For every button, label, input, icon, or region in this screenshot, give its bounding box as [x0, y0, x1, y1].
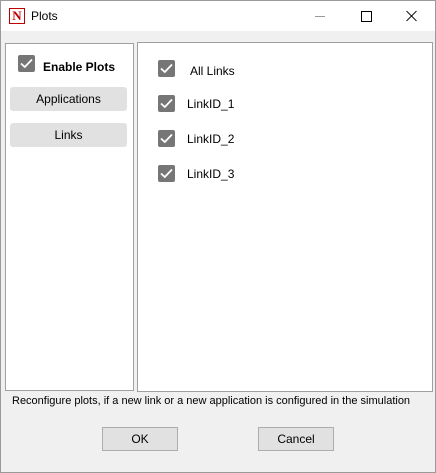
enable-plots-label: Enable Plots [43, 60, 116, 74]
checkmark-icon [160, 168, 173, 179]
linkid-2-checkbox[interactable] [158, 130, 175, 147]
plot-category-panel: Enable Plots Applications Links [5, 43, 134, 391]
minimize-button[interactable] [297, 1, 343, 31]
checkmark-icon [20, 58, 33, 69]
reconfigure-hint: Reconfigure plots, if a new link or a ne… [12, 395, 411, 407]
checkmark-icon [160, 133, 173, 144]
ok-button[interactable]: OK [102, 427, 178, 451]
linkid-1-checkbox[interactable] [158, 95, 175, 112]
links-list-panel: All Links LinkID_1 LinkID_2 LinkID_3 [137, 42, 433, 392]
linkid-3-checkbox[interactable] [158, 165, 175, 182]
maximize-icon [360, 10, 372, 22]
linkid-3-label: LinkID_3 [187, 167, 235, 181]
links-button[interactable]: Links [10, 123, 127, 147]
maximize-button[interactable] [343, 1, 389, 31]
all-links-checkbox[interactable] [158, 60, 175, 77]
close-button[interactable] [389, 1, 435, 31]
checkmark-icon [160, 98, 173, 109]
applications-button[interactable]: Applications [10, 87, 127, 111]
linkid-1-label: LinkID_1 [187, 97, 235, 111]
app-logo-letter: N [12, 8, 22, 23]
window-title: Plots [31, 9, 58, 23]
linkid-2-label: LinkID_2 [187, 132, 235, 146]
close-icon [406, 10, 418, 22]
all-links-label: All Links [190, 64, 235, 78]
minimize-icon [315, 15, 325, 17]
title-bar[interactable]: N Plots [1, 1, 435, 31]
cancel-button[interactable]: Cancel [258, 427, 334, 451]
app-logo-icon: N [9, 8, 25, 24]
enable-plots-checkbox[interactable] [18, 55, 35, 72]
plots-dialog: N Plots Enable Plots Applications Links [0, 0, 436, 473]
checkmark-icon [160, 63, 173, 74]
